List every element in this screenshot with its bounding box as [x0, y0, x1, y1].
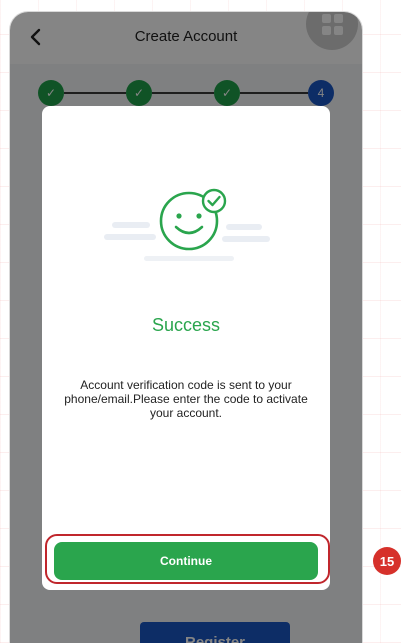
- success-title: Success: [151, 315, 221, 335]
- success-dialog: Success Account verification code is sen…: [42, 106, 330, 590]
- highlight-annotation: [45, 534, 330, 584]
- success-message: Account verification code is sent to you…: [64, 378, 308, 420]
- smiley-check-icon: [104, 188, 270, 261]
- step-number-badge: 15: [373, 547, 401, 575]
